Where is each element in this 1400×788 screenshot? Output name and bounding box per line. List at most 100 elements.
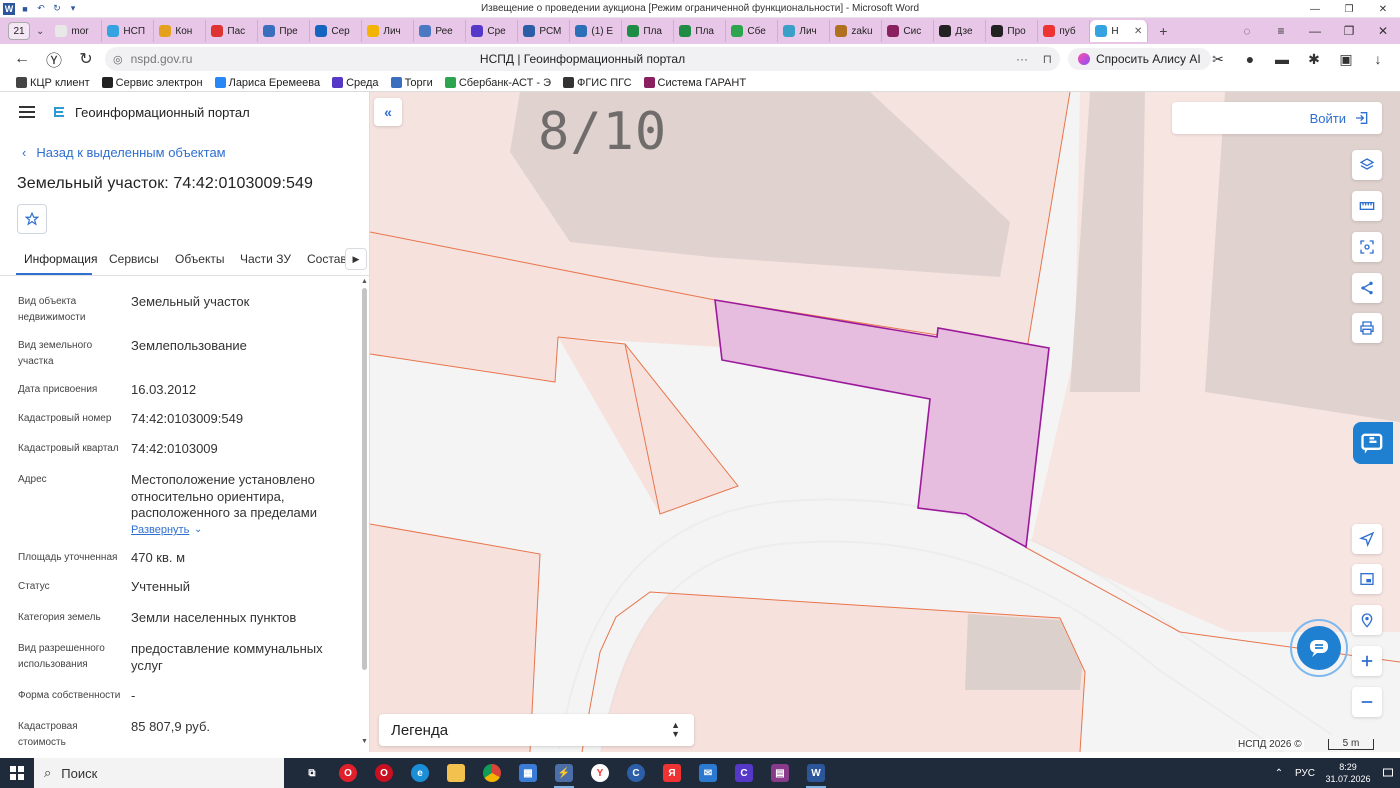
scrollbar-thumb[interactable]: [362, 288, 367, 670]
bookmark-item[interactable]: Торги: [390, 77, 433, 89]
browser-tab[interactable]: Сис: [882, 20, 935, 42]
quick-access-menu-icon[interactable]: ▾: [67, 3, 79, 15]
browser-close-icon[interactable]: ✕: [1366, 24, 1400, 38]
archive-button[interactable]: ▤: [762, 758, 798, 788]
reload-icon[interactable]: ↻: [70, 45, 102, 73]
browser-tab[interactable]: Пла: [622, 20, 675, 42]
site-info-icon[interactable]: ◎: [113, 53, 123, 66]
url-field[interactable]: ◎ nspd.gov.ru НСПД | Геоинформационный п…: [105, 47, 1060, 71]
bookmark-item[interactable]: Система ГАРАНТ: [643, 77, 746, 89]
browser-tab[interactable]: НСП: [102, 20, 155, 42]
browser-tab[interactable]: Пре: [258, 20, 311, 42]
tab-list-chevron-icon[interactable]: ⌄: [36, 26, 44, 37]
browser-tab[interactable]: Сре: [466, 20, 519, 42]
map-canvas[interactable]: 8/10 « Войти Легенда ▲ ▼ НСПД 2026 © 5 m: [370, 92, 1400, 752]
tab-composition[interactable]: Состав: [307, 252, 347, 266]
save-icon[interactable]: ■: [19, 3, 31, 15]
tab-information[interactable]: Информация: [24, 252, 97, 266]
collections-icon[interactable]: ▣: [1330, 47, 1362, 71]
ask-alice-button[interactable]: Спросить Алису AI: [1068, 48, 1211, 70]
bookmark-item[interactable]: КЦР клиент: [16, 77, 90, 89]
hamburger-menu-icon[interactable]: [19, 106, 35, 118]
browser-tab[interactable]: Рее: [414, 20, 467, 42]
place-marker-button[interactable]: [1352, 605, 1382, 635]
login-button[interactable]: Войти: [1172, 102, 1382, 134]
locate-button[interactable]: [1352, 524, 1382, 554]
bookmark-item[interactable]: Сервис электрон: [101, 77, 203, 89]
tab-objects[interactable]: Объекты: [175, 252, 225, 266]
panel-scrollbar[interactable]: ▲ ▼: [360, 278, 368, 752]
share-button[interactable]: [1352, 273, 1382, 303]
browser-tab[interactable]: Кон: [154, 20, 207, 42]
language-indicator[interactable]: РУС: [1290, 768, 1320, 779]
opera-gx-button[interactable]: O: [366, 758, 402, 788]
browser-tab[interactable]: Н ✕: [1090, 20, 1149, 42]
scroll-down-icon[interactable]: ▼: [361, 738, 368, 745]
extension-icon[interactable]: ●: [1234, 47, 1266, 71]
close-tab-icon[interactable]: ✕: [1134, 26, 1142, 37]
support-chat-tab[interactable]: [1353, 422, 1393, 464]
browser-minimize-icon[interactable]: —: [1298, 24, 1332, 38]
favorite-star-button[interactable]: [17, 204, 47, 234]
bookmark-item[interactable]: Среда: [332, 77, 379, 89]
browser-tab[interactable]: Лич: [778, 20, 831, 42]
zoom-in-button[interactable]: [1352, 646, 1382, 676]
tab-services[interactable]: Сервисы: [109, 252, 159, 266]
back-to-selected-link[interactable]: ‹ Назад к выделенным объектам: [22, 145, 226, 160]
yandex-button[interactable]: Y: [582, 758, 618, 788]
downloads-icon[interactable]: ↓: [1362, 47, 1394, 71]
minimap-button[interactable]: [1352, 564, 1382, 594]
extensions-puzzle-icon[interactable]: ✱: [1298, 47, 1330, 71]
taskbar-search[interactable]: ⌕ Поиск: [34, 758, 284, 788]
mail-button[interactable]: ✉: [690, 758, 726, 788]
bookmark-item[interactable]: Сбербанк-АСТ - Э: [444, 77, 551, 89]
expand-address-link[interactable]: Развернуть: [131, 524, 189, 536]
legend-dropdown[interactable]: Легенда ▲ ▼: [379, 714, 694, 746]
edge-button[interactable]: e: [402, 758, 438, 788]
bookmark-item[interactable]: Лариса Еремеева: [214, 77, 320, 89]
store-button[interactable]: ▦: [510, 758, 546, 788]
chrome-button[interactable]: [474, 758, 510, 788]
notifications-icon[interactable]: [1376, 767, 1400, 779]
browser-tab[interactable]: (1) E: [570, 20, 623, 42]
tab-parcel-parts[interactable]: Части ЗУ: [240, 252, 291, 266]
browser-tab[interactable]: Про: [986, 20, 1039, 42]
browser-tab[interactable]: Лич: [362, 20, 415, 42]
bookmark-item[interactable]: ФГИС ПГС: [562, 77, 632, 89]
tab-counter[interactable]: 21: [8, 22, 30, 40]
browser-tab[interactable]: Дзе: [934, 20, 987, 42]
collapse-panel-button[interactable]: «: [374, 98, 402, 126]
yandex-browser-button[interactable]: ⚡: [546, 758, 582, 788]
bookmark-icon[interactable]: ⊓: [1043, 52, 1052, 66]
browser-tab[interactable]: Сер: [310, 20, 363, 42]
select-area-button[interactable]: [1352, 232, 1382, 262]
browser-restore-icon[interactable]: ❐: [1332, 24, 1366, 38]
restore-icon[interactable]: ❐: [1332, 0, 1366, 18]
profile-icon[interactable]: ◌: [1230, 24, 1264, 38]
word-button[interactable]: W: [798, 758, 834, 788]
tools-icon[interactable]: ✂: [1202, 47, 1234, 71]
browser-tab[interactable]: Пла: [674, 20, 727, 42]
clock[interactable]: 8:29 31.07.2026: [1320, 761, 1376, 785]
tabs-scroll-right-button[interactable]: ▶: [345, 248, 367, 270]
chat-assistant-button[interactable]: [1290, 619, 1348, 677]
start-button[interactable]: [0, 758, 34, 788]
new-tab-plus-icon[interactable]: +: [1154, 22, 1172, 40]
yandex-red-button[interactable]: Я: [654, 758, 690, 788]
opera-button[interactable]: O: [330, 758, 366, 788]
explorer-button[interactable]: [438, 758, 474, 788]
cadastral-map[interactable]: [370, 92, 1400, 752]
tray-expand-icon[interactable]: ⌃: [1268, 768, 1290, 779]
print-button[interactable]: [1352, 313, 1382, 343]
browser-tab[interactable]: РСМ: [518, 20, 571, 42]
app-c-button[interactable]: C: [618, 758, 654, 788]
browser-tab[interactable]: Сбе: [726, 20, 779, 42]
layers-button[interactable]: [1352, 150, 1382, 180]
undo-icon[interactable]: ↶: [35, 3, 47, 15]
browser-tab[interactable]: zaku: [830, 20, 883, 42]
close-icon[interactable]: ✕: [1366, 0, 1400, 18]
zoom-out-button[interactable]: [1352, 687, 1382, 717]
extension-2-icon[interactable]: ▬: [1266, 47, 1298, 71]
browser-menu-icon[interactable]: ≡: [1264, 24, 1298, 38]
measure-button[interactable]: [1352, 191, 1382, 221]
